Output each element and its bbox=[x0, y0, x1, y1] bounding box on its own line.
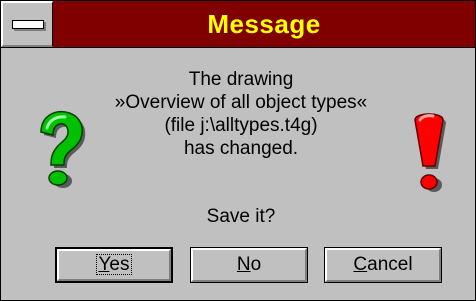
save-question: Save it? bbox=[206, 206, 276, 227]
dialog-title: Message bbox=[207, 9, 321, 39]
dialog-body: The drawing »Overview of all object type… bbox=[1, 48, 475, 300]
message-line: has changed. bbox=[183, 138, 299, 159]
no-label: No bbox=[236, 254, 262, 275]
message-line: The drawing bbox=[188, 69, 294, 90]
yes-label: Yes bbox=[96, 254, 132, 275]
title-bar[interactable]: Message bbox=[1, 1, 475, 48]
no-button[interactable]: No bbox=[190, 247, 308, 283]
cancel-button[interactable]: Cancel bbox=[324, 247, 442, 283]
question-mark-icon bbox=[40, 110, 86, 188]
system-menu-button[interactable] bbox=[1, 1, 53, 47]
yes-button[interactable]: Yes bbox=[55, 247, 173, 283]
message-line: »Overview of all object types« bbox=[114, 92, 368, 113]
cancel-label: Cancel bbox=[353, 254, 413, 275]
message-line: (file j:\alltypes.t4g) bbox=[164, 115, 318, 136]
exclamation-mark-icon bbox=[414, 113, 446, 192]
message-dialog: Message The drawing »Overview of all obj… bbox=[0, 0, 476, 301]
system-menu-icon bbox=[12, 20, 44, 29]
message-text: The drawing »Overview of all object type… bbox=[91, 68, 391, 160]
